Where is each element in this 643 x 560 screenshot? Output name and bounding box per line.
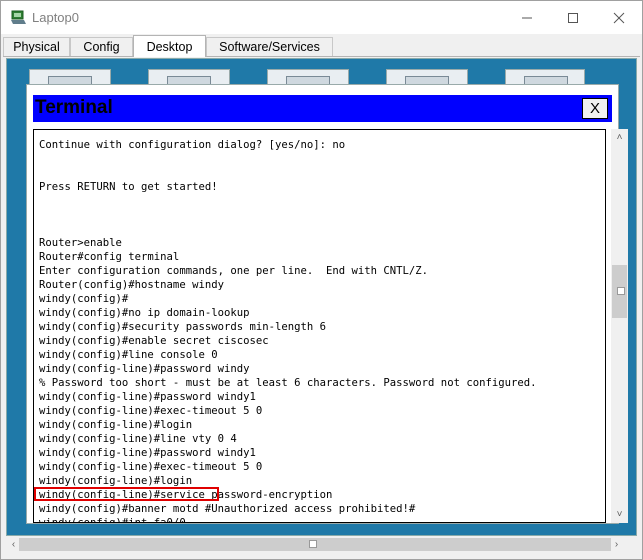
maximize-icon xyxy=(568,12,578,23)
terminal-vertical-scrollbar[interactable]: ˄ ˅ xyxy=(611,129,628,523)
maximize-button[interactable] xyxy=(550,1,596,34)
tab-physical[interactable]: Physical xyxy=(3,37,70,56)
chevron-left-icon[interactable]: ‹ xyxy=(8,539,19,550)
terminal-line: windy(config)#line console 0 xyxy=(39,349,218,361)
close-icon xyxy=(613,12,625,23)
chevron-right-icon[interactable]: › xyxy=(611,539,622,550)
terminal-output[interactable]: Continue with configuration dialog? [yes… xyxy=(33,129,606,523)
terminal-line: windy(config)#security passwords min-len… xyxy=(39,321,327,333)
terminal-line: windy(config-line)#exec-timeout 5 0 xyxy=(39,461,263,473)
terminal-line: windy(config-line)#password windy1 xyxy=(39,391,256,403)
terminal-text: Continue with configuration dialog? [yes… xyxy=(39,138,537,523)
terminal-line: windy(config-line)#login xyxy=(39,419,193,431)
terminal-window: Terminal X Continue with configuration d… xyxy=(26,84,628,524)
close-window-button[interactable] xyxy=(596,1,642,34)
terminal-line: Continue with configuration dialog? [yes… xyxy=(39,139,346,151)
terminal-line: Press RETURN to get started! xyxy=(39,181,218,193)
minimize-button[interactable] xyxy=(504,1,550,34)
tab-desktop[interactable]: Desktop xyxy=(133,35,206,57)
terminal-line: windy(config-line)#login xyxy=(39,475,193,487)
terminal-line: Router#config terminal xyxy=(39,251,180,263)
laptop-app-icon xyxy=(11,10,27,26)
close-icon: X xyxy=(589,100,600,117)
terminal-title: Terminal xyxy=(35,97,113,118)
terminal-line: % Password too short - must be at least … xyxy=(39,377,537,389)
highlight-box xyxy=(34,487,219,501)
chevron-up-icon[interactable]: ˄ xyxy=(614,132,625,143)
terminal-line: windy(config)#enable secret ciscosec xyxy=(39,335,269,347)
app-window: Laptop0 Physical Config Desktop Software… xyxy=(0,0,643,560)
terminal-line: windy(config-line)#exec-timeout 5 0 xyxy=(39,405,263,417)
scrollbar-thumb[interactable] xyxy=(612,265,627,318)
tab-config[interactable]: Config xyxy=(70,37,133,56)
minimize-icon xyxy=(522,17,532,18)
terminal-line: windy(config-line)#line vty 0 4 xyxy=(39,433,237,445)
terminal-line: windy(config)#no ip domain-lookup xyxy=(39,307,250,319)
terminal-line: Router(config)#hostname windy xyxy=(39,279,224,291)
tab-divider xyxy=(3,56,640,57)
window-titlebar[interactable]: Laptop0 xyxy=(1,1,642,34)
terminal-line: windy(config)#int fa0/0 xyxy=(39,517,186,523)
terminal-close-button[interactable]: X xyxy=(582,98,608,119)
terminal-line: windy(config)# xyxy=(39,293,129,305)
terminal-line: Router>enable xyxy=(39,237,122,249)
tab-software-services[interactable]: Software/Services xyxy=(206,37,333,56)
chevron-down-icon[interactable]: ˅ xyxy=(614,509,625,520)
terminal-line: windy(config-line)#password windy xyxy=(39,363,250,375)
scrollbar-thumb[interactable] xyxy=(19,538,611,551)
terminal-line: windy(config)#banner motd #Unauthorized … xyxy=(39,503,416,515)
terminal-titlebar: Terminal X xyxy=(33,95,612,122)
window-title: Laptop0 xyxy=(32,10,79,25)
terminal-line: Enter configuration commands, one per li… xyxy=(39,265,429,277)
desktop-horizontal-scrollbar[interactable]: ‹ › xyxy=(7,536,623,553)
terminal-line: windy(config-line)#password windy1 xyxy=(39,447,256,459)
